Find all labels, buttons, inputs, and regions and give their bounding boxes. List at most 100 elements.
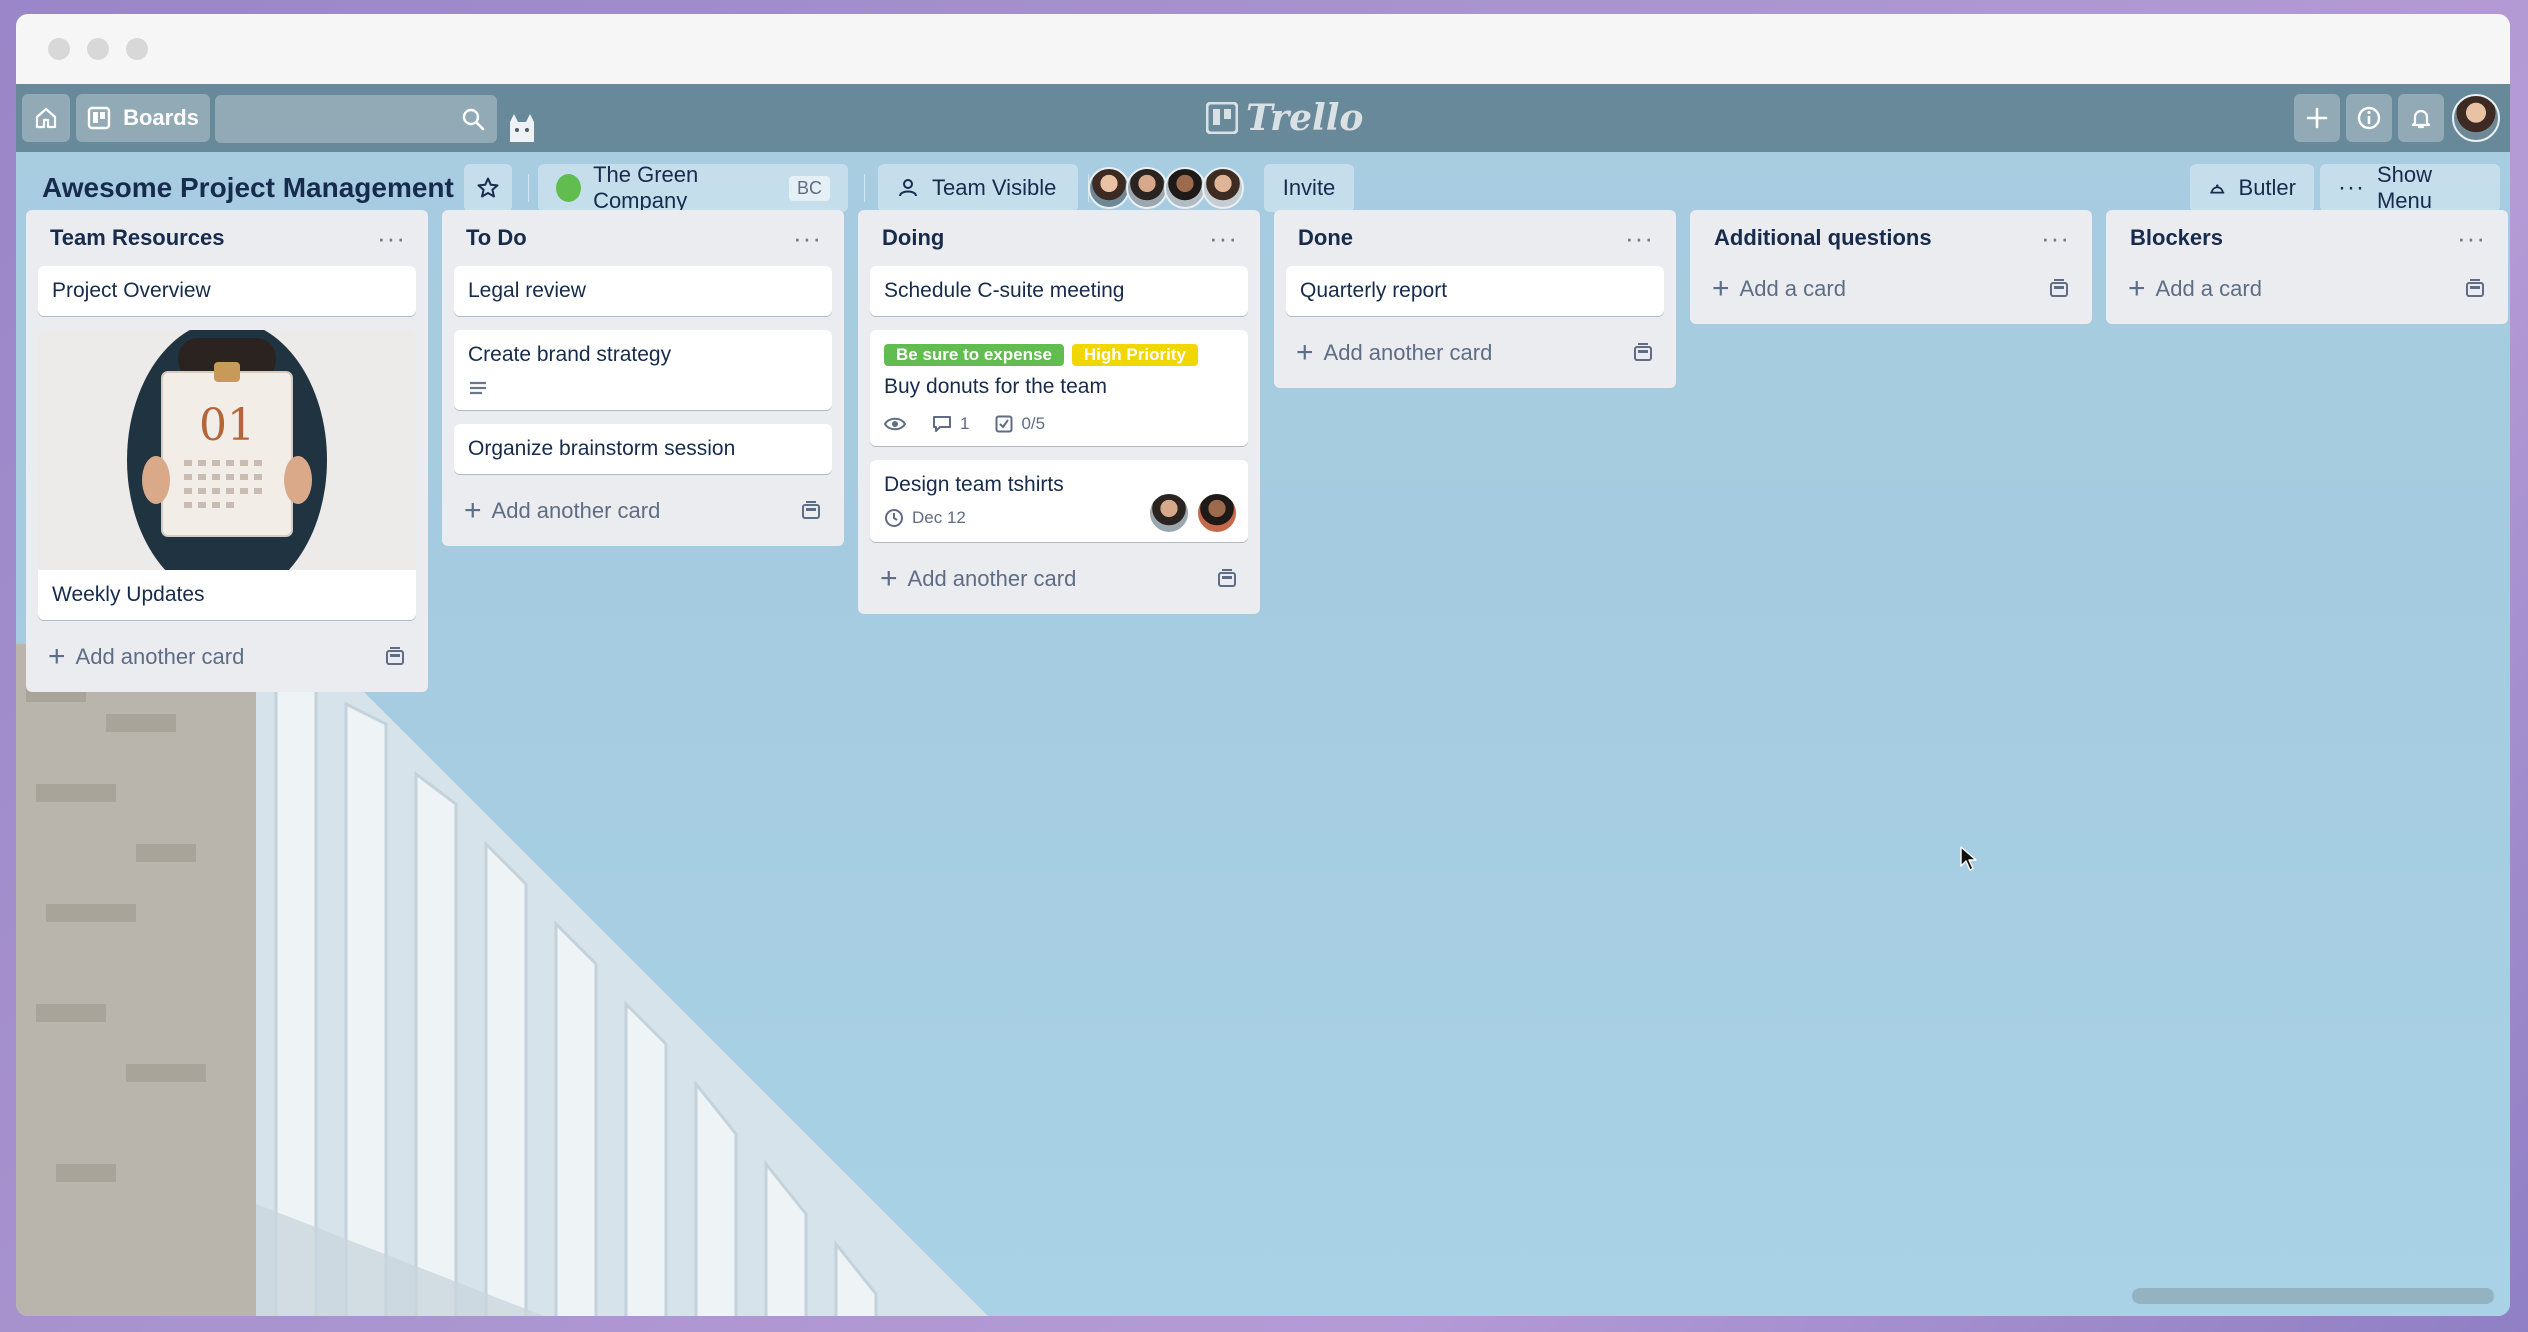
list-menu-icon[interactable]: ···	[2457, 225, 2486, 251]
plus-icon: +	[2128, 272, 2146, 305]
list-header[interactable]: To Do ···	[454, 210, 832, 266]
comment-count: 1	[960, 414, 970, 433]
card[interactable]: 01 Weekly Updates	[38, 330, 416, 620]
board-scrollbar-thumb[interactable]	[2132, 1288, 2494, 1304]
list-header[interactable]: Team Resources ···	[38, 210, 416, 266]
list-menu-icon[interactable]: ···	[377, 225, 406, 251]
checklist-badge: 0/5	[995, 414, 1045, 434]
list-menu-icon[interactable]: ···	[793, 225, 822, 251]
list-title[interactable]: Blockers	[2130, 225, 2223, 251]
card[interactable]: Project Overview	[38, 266, 416, 316]
card[interactable]: Be sure to expense High Priority Buy donu…	[870, 330, 1248, 446]
add-card-label: Add another card	[75, 644, 245, 669]
card[interactable]: Design team tshirts Dec 12	[870, 460, 1248, 542]
card-title: Weekly Updates	[52, 583, 205, 606]
watch-badge	[884, 416, 906, 432]
member-avatar[interactable]	[1088, 167, 1130, 209]
maximize-window-button[interactable]	[126, 38, 148, 60]
card-labels: Be sure to expense High Priority	[884, 342, 1234, 366]
invite-button[interactable]: Invite	[1264, 164, 1354, 212]
star-board-button[interactable]	[464, 164, 512, 212]
add-card-row[interactable]: + Add a card	[2118, 266, 2496, 312]
board-title[interactable]: Awesome Project Management	[42, 172, 454, 204]
card[interactable]: Organize brainstorm session	[454, 424, 832, 474]
list-title[interactable]: Team Resources	[50, 225, 224, 251]
team-name: The Green Company	[593, 162, 699, 213]
svg-text:01: 01	[199, 400, 255, 451]
plus-icon: +	[1296, 336, 1314, 369]
card-template-icon[interactable]	[1216, 568, 1238, 590]
list-header[interactable]: Done ···	[1286, 210, 1664, 266]
show-menu-label: Show Menu	[2376, 162, 2433, 213]
member-avatar[interactable]	[1126, 167, 1168, 209]
search-icon[interactable]	[461, 107, 485, 131]
invite-label: Invite	[1282, 175, 1336, 200]
add-card-row[interactable]: + Add a card	[1702, 266, 2080, 312]
butler-button[interactable]: Butler	[2190, 164, 2314, 212]
list-done: Done ··· Quarterly report + Add another c…	[1274, 210, 1676, 388]
card[interactable]: Schedule C-suite meeting	[870, 266, 1248, 316]
member-avatar[interactable]	[1196, 492, 1238, 534]
add-card-row[interactable]: + Add another card	[38, 634, 416, 680]
list-header[interactable]: Blockers ···	[2118, 210, 2496, 266]
card[interactable]: Quarterly report	[1286, 266, 1664, 316]
checklist-progress: 0/5	[1021, 414, 1046, 433]
home-button[interactable]	[22, 94, 70, 142]
due-date-badge[interactable]: Dec 12	[884, 508, 966, 528]
user-avatar[interactable]	[2452, 94, 2500, 142]
add-card-row[interactable]: + Add another card	[454, 488, 832, 534]
list-title[interactable]: Doing	[882, 225, 944, 251]
list-header[interactable]: Doing ···	[870, 210, 1248, 266]
search-input[interactable]	[215, 95, 497, 143]
trello-logo[interactable]: Trello	[1206, 97, 1364, 139]
board-members	[1088, 167, 1244, 209]
bell-icon	[2411, 109, 2431, 129]
list-menu-icon[interactable]: ···	[2041, 225, 2070, 251]
comment-icon	[933, 416, 951, 432]
butler-label: Butler	[2238, 175, 2296, 200]
card-cover-image: 01	[38, 330, 416, 570]
list-menu-icon[interactable]: ···	[1625, 225, 1654, 251]
card-label-yellow[interactable]: High Priority	[1071, 344, 1198, 366]
list-team-resources: Team Resources ··· Project Overview 01 W…	[26, 210, 428, 692]
list-title[interactable]: To Do	[466, 225, 527, 251]
card-title: Buy donuts for the team	[884, 375, 1107, 398]
card-label-green[interactable]: Be sure to expense	[884, 344, 1064, 366]
member-avatar[interactable]	[1164, 167, 1206, 209]
close-window-button[interactable]	[48, 38, 70, 60]
create-button[interactable]	[2294, 94, 2340, 142]
card-title: Create brand strategy	[468, 343, 672, 366]
list-header[interactable]: Additional questions ···	[1702, 210, 2080, 266]
card[interactable]: Create brand strategy	[454, 330, 832, 410]
top-navigation-bar: Boards Trello	[16, 84, 2510, 152]
card-template-icon[interactable]	[2048, 278, 2070, 300]
team-button[interactable]: The Green Company BC	[538, 162, 848, 213]
boards-button[interactable]: Boards	[76, 94, 210, 142]
card-badges: 1 0/5	[884, 414, 1234, 434]
plus-icon: +	[464, 494, 482, 527]
star-icon	[477, 177, 499, 198]
card-template-icon[interactable]	[384, 646, 406, 668]
team-visibility-icon	[899, 179, 917, 197]
card-template-icon[interactable]	[2464, 278, 2486, 300]
list-title[interactable]: Additional questions	[1714, 225, 1932, 251]
card-template-icon[interactable]	[800, 500, 822, 522]
list-menu-icon[interactable]: ···	[1209, 225, 1238, 251]
trello-logo-text: Trello	[1246, 97, 1364, 139]
list-title[interactable]: Done	[1298, 225, 1353, 251]
add-card-row[interactable]: + Add another card	[1286, 330, 1664, 376]
visibility-button[interactable]: Team Visible	[878, 164, 1078, 212]
add-card-row[interactable]: + Add another card	[870, 556, 1248, 602]
card-title: Schedule C-suite meeting	[884, 279, 1125, 302]
show-menu-button[interactable]: ··· Show Menu	[2320, 162, 2500, 213]
card-title: Project Overview	[52, 279, 211, 302]
information-button[interactable]	[2346, 94, 2392, 142]
member-avatar[interactable]	[1148, 492, 1190, 534]
minimize-window-button[interactable]	[87, 38, 109, 60]
member-avatar[interactable]	[1202, 167, 1244, 209]
add-card-label: Add another card	[491, 498, 661, 523]
notifications-button[interactable]	[2398, 94, 2444, 142]
card-template-icon[interactable]	[1632, 342, 1654, 364]
butler-mascot-icon[interactable]	[502, 106, 542, 146]
card[interactable]: Legal review	[454, 266, 832, 316]
